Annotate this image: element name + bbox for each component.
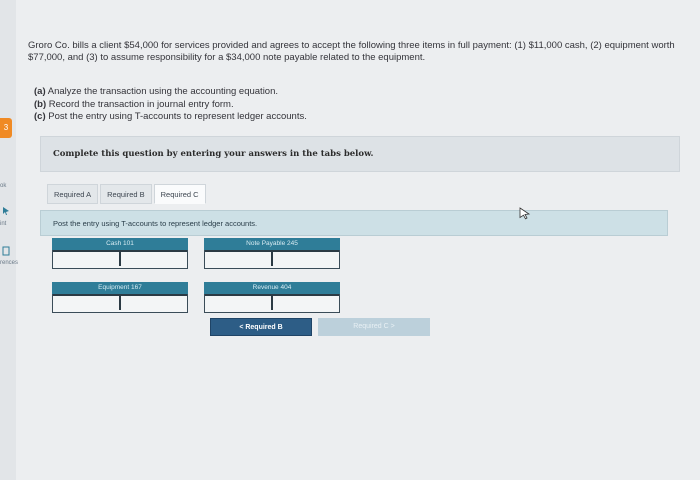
tab-bar: Required A Required B Required C <box>47 184 208 206</box>
debit-cell[interactable] <box>205 250 273 266</box>
debit-cell[interactable] <box>53 294 121 310</box>
sidebar-label-print[interactable]: int <box>0 221 6 227</box>
t-account-body <box>52 294 188 313</box>
task-list: (a) Analyze the transaction using the ac… <box>34 86 307 124</box>
tab-required-c[interactable]: Required C <box>153 184 206 204</box>
sidebar: 3 ok int rences <box>0 0 18 480</box>
t-account-body <box>52 250 188 269</box>
sidebar-label-references[interactable]: rences <box>0 260 18 266</box>
t-account-body <box>204 250 340 269</box>
t-account-equipment: Equipment 167 <box>52 282 188 313</box>
t-account-title: Revenue 404 <box>204 282 340 294</box>
panel-header-text: Post the entry using T-accounts to repre… <box>53 219 258 228</box>
task-item-b: (b) Record the transaction in journal en… <box>34 99 307 112</box>
t-account-cash: Cash 101 <box>52 238 188 269</box>
instruction-box: Complete this question by entering your … <box>40 136 680 172</box>
t-account-title: Equipment 167 <box>52 282 188 294</box>
task-text: Record the transaction in journal entry … <box>48 98 234 110</box>
t-account-title: Note Payable 245 <box>204 238 340 250</box>
task-letter: (a) <box>34 86 46 97</box>
tab-required-b[interactable]: Required B <box>100 184 152 204</box>
task-letter: (c) <box>34 111 46 122</box>
next-required-button[interactable]: Required C > <box>318 318 430 336</box>
mouse-cursor-icon <box>519 207 531 220</box>
t-account-title: Cash 101 <box>52 238 188 250</box>
credit-cell[interactable] <box>121 250 189 266</box>
task-text: Analyze the transaction using the accoun… <box>47 86 279 97</box>
sidebar-label-ebook[interactable]: ok <box>0 183 6 189</box>
task-text: Post the entry using T-accounts to repre… <box>48 111 307 122</box>
references-icon[interactable] <box>1 246 11 256</box>
t-account-body <box>204 294 340 313</box>
question-number-badge[interactable]: 3 <box>0 118 12 138</box>
pointer-icon[interactable] <box>1 206 11 216</box>
task-item-c: (c) Post the entry using T-accounts to r… <box>34 111 307 124</box>
credit-cell[interactable] <box>273 250 341 266</box>
tab-required-a[interactable]: Required A <box>47 184 99 204</box>
t-account-note-payable: Note Payable 245 <box>204 238 340 269</box>
credit-cell[interactable] <box>273 294 341 310</box>
question-text: Groro Co. bills a client $54,000 for ser… <box>28 40 675 63</box>
panel-header: Post the entry using T-accounts to repre… <box>40 210 668 236</box>
task-letter: (b) <box>34 98 47 110</box>
debit-cell[interactable] <box>53 250 121 266</box>
instruction-text: Complete this question by entering your … <box>53 149 374 159</box>
prev-required-button[interactable]: < Required B <box>210 318 312 336</box>
debit-cell[interactable] <box>205 294 273 310</box>
credit-cell[interactable] <box>121 294 189 310</box>
t-account-revenue: Revenue 404 <box>204 282 340 313</box>
task-item-a: (a) Analyze the transaction using the ac… <box>34 86 307 99</box>
